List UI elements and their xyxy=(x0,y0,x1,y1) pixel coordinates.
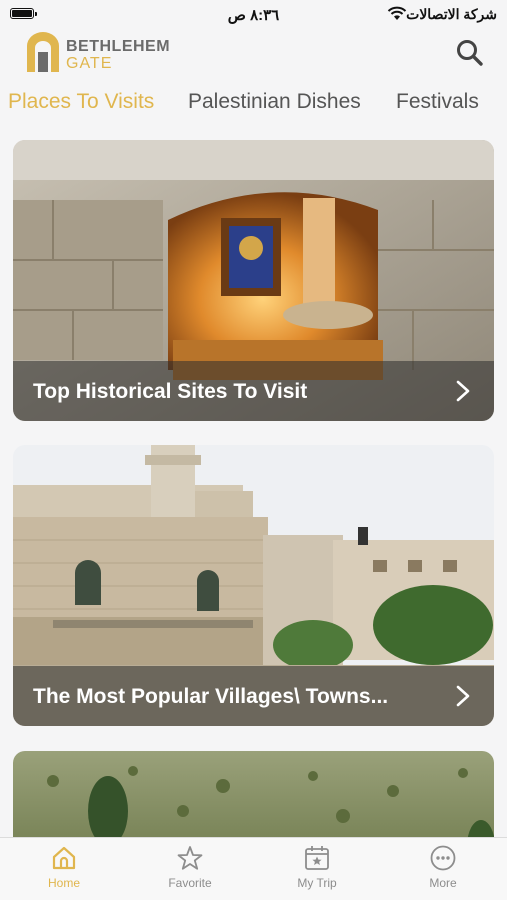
bottom-tab-bar: Home Favorite My Trip More xyxy=(0,837,507,900)
card-title: Top Historical Sites To Visit xyxy=(33,380,308,403)
tab-bar-more[interactable]: More xyxy=(393,844,493,890)
search-icon[interactable] xyxy=(455,38,485,68)
brand-line2: GATE xyxy=(66,55,113,72)
tab-places-to-visit[interactable]: Places To Visits xyxy=(8,90,154,114)
tab-bar-home[interactable]: Home xyxy=(14,844,114,890)
tab-bar-label: More xyxy=(429,876,457,890)
status-bar: ٨:٣٦ ص شركة الاتصالات xyxy=(0,0,507,28)
chevron-right-icon xyxy=(456,380,470,402)
tab-festivals[interactable]: Festivals xyxy=(396,90,479,114)
tab-bar-favorite[interactable]: Favorite xyxy=(140,844,240,890)
star-icon xyxy=(177,846,203,870)
app-header: BETHLEHEM GATE xyxy=(0,30,507,80)
tab-palestinian-dishes[interactable]: Palestinian Dishes xyxy=(188,90,361,114)
home-icon xyxy=(52,846,76,870)
tab-bar-my-trip[interactable]: My Trip xyxy=(267,844,367,890)
more-dots-icon xyxy=(430,845,456,871)
wifi-icon xyxy=(387,6,407,20)
calendar-star-icon xyxy=(305,846,329,870)
card-title: The Most Popular Villages\ Towns... xyxy=(33,685,389,708)
card-historical-sites[interactable]: Top Historical Sites To Visit xyxy=(13,140,494,421)
chevron-right-icon xyxy=(456,685,470,707)
brand-line1: BETHLEHEM xyxy=(66,38,171,55)
brand-name: BETHLEHEM GATE xyxy=(66,39,170,72)
category-tabs: Places To Visits Palestinian Dishes Fest… xyxy=(8,90,507,120)
carrier-name: شركة الاتصالات xyxy=(406,6,497,22)
bethlehem-gate-logo xyxy=(27,32,59,72)
card-popular-villages[interactable]: The Most Popular Villages\ Towns... xyxy=(13,445,494,726)
tab-bar-label: My Trip xyxy=(297,876,337,890)
tab-bar-label: Favorite xyxy=(168,876,212,890)
tab-bar-label: Home xyxy=(47,876,80,890)
